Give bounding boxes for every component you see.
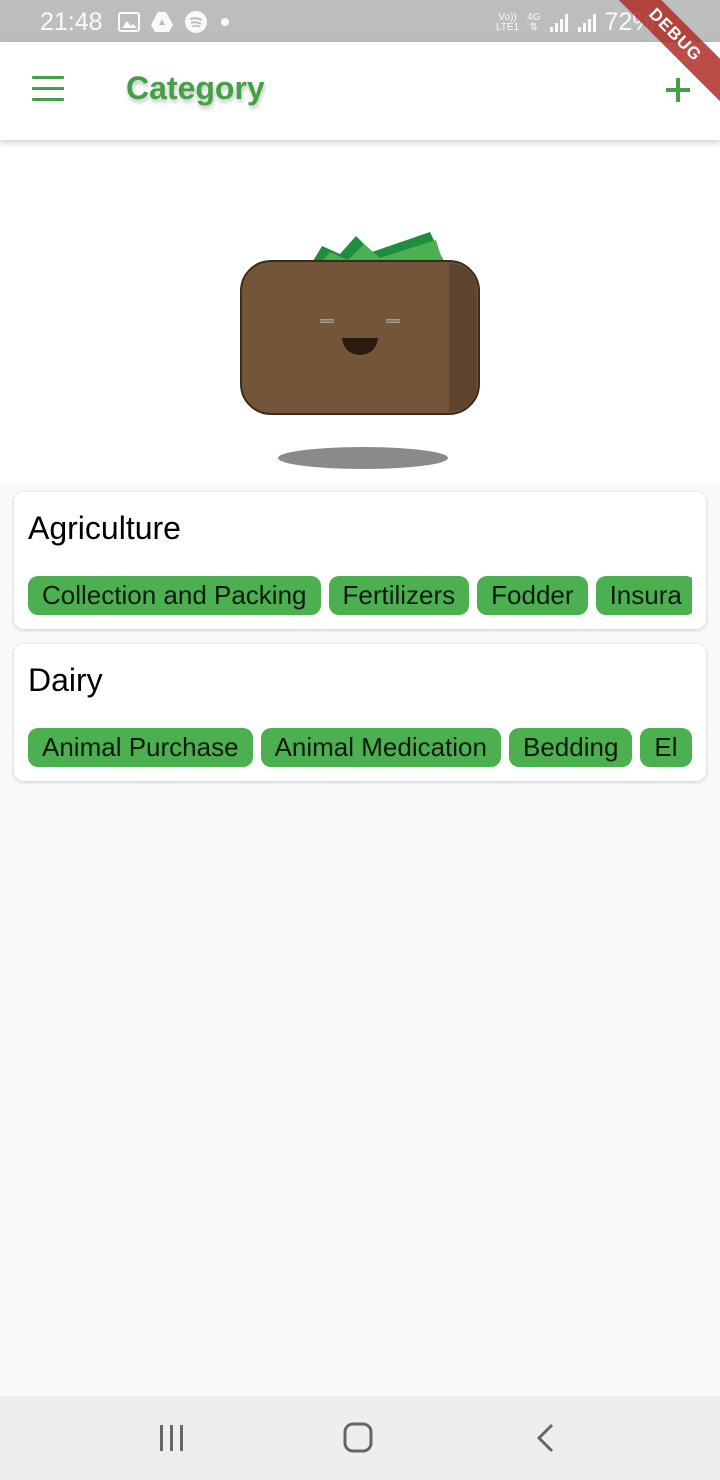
category-title: Agriculture (28, 510, 181, 546)
hero-illustration-area (0, 140, 720, 484)
system-navigation-bar (0, 1396, 720, 1480)
category-card-agriculture[interactable]: Agriculture Collection and Packing Ferti… (14, 492, 706, 629)
subcategory-chip[interactable]: Animal Purchase (28, 728, 253, 767)
happy-wallet-illustration (240, 232, 480, 469)
subcategory-chip[interactable]: Insura (595, 576, 692, 615)
spotify-icon (185, 11, 207, 33)
recents-button[interactable] (152, 1418, 192, 1458)
subcategory-chip[interactable]: Collection and Packing (28, 576, 321, 615)
back-icon (536, 1423, 554, 1453)
data-type-indicator: 4G ⇅ (527, 11, 541, 33)
notification-icons (118, 10, 232, 34)
status-time: 21:48 (40, 8, 103, 36)
home-button[interactable] (338, 1418, 378, 1458)
subcategory-chip-list: Collection and Packing Fertilizers Fodde… (28, 576, 692, 616)
subcategory-chip[interactable]: Animal Medication (260, 728, 501, 767)
app-bar: Category (0, 42, 720, 140)
signal-icon (577, 13, 596, 32)
back-button[interactable] (526, 1418, 566, 1458)
home-icon (343, 1422, 373, 1453)
subcategory-chip[interactable]: Bedding (508, 728, 633, 767)
add-icon (666, 78, 690, 102)
menu-icon (32, 76, 64, 79)
subcategory-chip[interactable]: El (640, 728, 692, 767)
subcategory-chip[interactable]: Fertilizers (328, 576, 470, 615)
more-notifications-dot-icon (221, 18, 229, 26)
menu-button[interactable] (30, 76, 66, 106)
page-title: Category (126, 70, 265, 106)
category-card-dairy[interactable]: Dairy Animal Purchase Animal Medication … (14, 644, 706, 781)
status-bar: 21:48 Vo)) LTE1 4G ⇅ 72% (0, 0, 720, 42)
add-category-button[interactable] (660, 72, 696, 108)
subcategory-chip[interactable]: Fodder (477, 576, 588, 615)
recents-icon (160, 1425, 183, 1451)
signal-icon (549, 13, 568, 32)
subcategory-chip-list: Animal Purchase Animal Medication Beddin… (28, 728, 692, 768)
category-title: Dairy (28, 662, 103, 698)
volte-indicator: Vo)) LTE1 (496, 11, 520, 33)
drive-icon (151, 12, 173, 32)
gallery-icon (118, 12, 140, 32)
